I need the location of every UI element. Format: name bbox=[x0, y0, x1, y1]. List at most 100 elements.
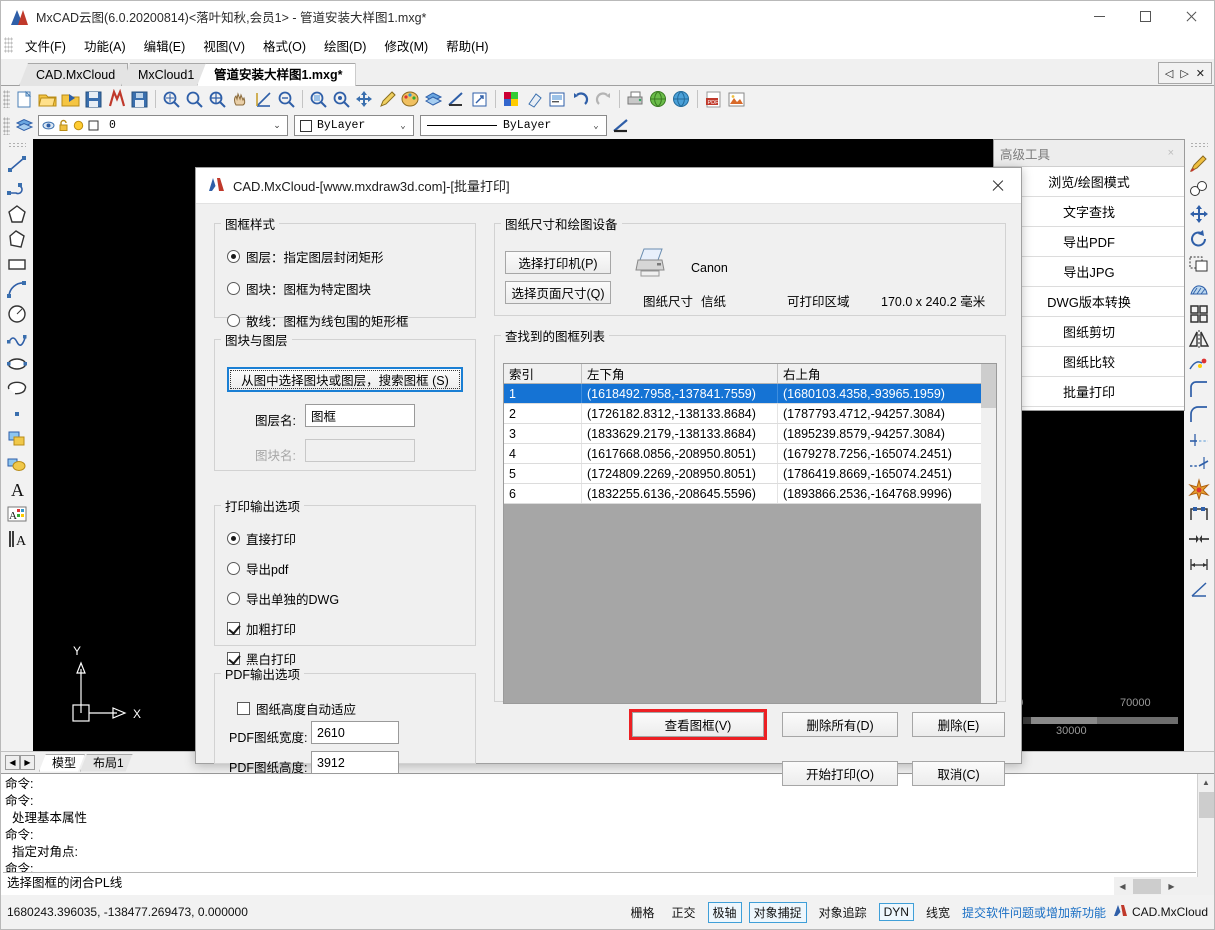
adv-btn-browse-draw-mode[interactable]: 浏览/绘图模式 bbox=[994, 167, 1184, 197]
zoom-window-icon[interactable] bbox=[161, 89, 182, 110]
status-toggle-polar[interactable]: 极轴 bbox=[707, 901, 742, 923]
column-header-index[interactable]: 索引 bbox=[504, 364, 582, 383]
adv-btn-export-jpg[interactable]: 导出JPG bbox=[994, 257, 1184, 287]
linetype-icon[interactable] bbox=[446, 89, 467, 110]
fillet-icon[interactable] bbox=[1187, 378, 1211, 401]
cancel-button[interactable]: 取消(C) bbox=[912, 761, 1005, 786]
command-prompt[interactable]: 选择图框的闭合PL线 bbox=[3, 874, 1196, 893]
table-row[interactable]: 2 (1726182.8312,-138133.8684) (1787793.4… bbox=[504, 404, 996, 424]
layers-icon[interactable] bbox=[423, 89, 444, 110]
column-header-upper-right[interactable]: 右上角 bbox=[778, 364, 983, 383]
erase-icon[interactable] bbox=[524, 89, 545, 110]
multiline-text-icon[interactable]: A bbox=[5, 503, 29, 526]
check-bold-print[interactable]: 加粗打印 bbox=[227, 619, 339, 638]
rectangle-icon[interactable] bbox=[5, 253, 29, 276]
menu-help[interactable]: 帮助(H) bbox=[437, 33, 497, 58]
menu-file[interactable]: 文件(F) bbox=[16, 33, 75, 58]
move-icon[interactable] bbox=[354, 89, 375, 110]
adv-btn-dwg-version-convert[interactable]: DWG版本转换 bbox=[994, 287, 1184, 317]
spline-icon[interactable] bbox=[5, 328, 29, 351]
zoom-previous-icon[interactable] bbox=[276, 89, 297, 110]
lineweight-icon[interactable] bbox=[611, 115, 632, 136]
close-button[interactable] bbox=[1168, 1, 1214, 32]
adv-btn-batch-print[interactable]: 批量打印 bbox=[994, 377, 1184, 407]
layout-prev-icon[interactable]: ◀ bbox=[5, 755, 20, 770]
delete-button[interactable]: 删除(E) bbox=[912, 712, 1005, 737]
save-icon[interactable] bbox=[83, 89, 104, 110]
start-print-button[interactable]: 开始打印(O) bbox=[782, 761, 898, 786]
pan-icon[interactable] bbox=[230, 89, 251, 110]
zoom-all-icon[interactable] bbox=[331, 89, 352, 110]
globe-blue-icon[interactable] bbox=[671, 89, 692, 110]
linetype-dropdown[interactable]: ByLayer ⌄ bbox=[420, 115, 607, 136]
save-as-icon[interactable] bbox=[106, 88, 127, 110]
status-toggle-osnap[interactable]: 对象捕捉 bbox=[748, 901, 807, 923]
radio-export-pdf[interactable]: 导出pdf bbox=[227, 559, 339, 578]
layer-name-input[interactable]: 图框 bbox=[305, 404, 415, 427]
table-row[interactable]: 1 (1618492.7958,-137841.7559) (1680103.4… bbox=[504, 384, 996, 404]
scale-icon[interactable] bbox=[1187, 353, 1211, 376]
table-row[interactable]: 6 (1832255.6136,-208645.5596) (1893866.2… bbox=[504, 484, 996, 504]
hatch-icon[interactable] bbox=[1187, 278, 1211, 301]
table-row[interactable]: 5 (1724809.2269,-208950.8051) (1786419.8… bbox=[504, 464, 996, 484]
status-toggle-otrack[interactable]: 对象追踪 bbox=[814, 902, 872, 923]
ellipse-icon[interactable] bbox=[5, 353, 29, 376]
frame-list-scrollbar[interactable] bbox=[981, 364, 996, 703]
dimension-angular-icon[interactable] bbox=[1187, 578, 1211, 601]
layout-tab-layout1[interactable]: 布局1 bbox=[80, 754, 133, 772]
view-frame-button[interactable]: 查看图框(V) bbox=[632, 712, 764, 737]
advanced-tools-close-icon[interactable]: × bbox=[1164, 147, 1178, 159]
radio-direct-print[interactable]: 直接打印 bbox=[227, 529, 339, 548]
pdf-height-input[interactable]: 3912 bbox=[311, 751, 399, 774]
copy-icon[interactable] bbox=[1187, 178, 1211, 201]
polyline-icon[interactable] bbox=[5, 178, 29, 201]
save-cloud-icon[interactable] bbox=[129, 89, 150, 110]
explode-icon[interactable] bbox=[1187, 478, 1211, 501]
scroll-right-icon[interactable]: ▶ bbox=[1163, 878, 1180, 895]
menu-view[interactable]: 视图(V) bbox=[194, 33, 254, 58]
select-printer-button[interactable]: 选择打印机(P) bbox=[505, 251, 611, 274]
frame-list-table[interactable]: 索引 左下角 右上角 1 (1618492.7958,-137841.7559)… bbox=[503, 363, 997, 704]
radio-frame-by-block[interactable]: 图块：图框为特定图块 bbox=[227, 279, 409, 298]
globe-green-icon[interactable] bbox=[648, 89, 669, 110]
radio-export-separate-dwg[interactable]: 导出单独的DWG bbox=[227, 589, 339, 608]
command-horizontal-scrollbar[interactable]: ◀ ▶ bbox=[1114, 877, 1214, 895]
layer-on-icon[interactable] bbox=[42, 119, 55, 132]
menu-draw[interactable]: 绘图(D) bbox=[315, 33, 375, 58]
menu-edit[interactable]: 编辑(E) bbox=[135, 33, 195, 58]
column-header-lower-left[interactable]: 左下角 bbox=[582, 364, 778, 383]
mirror-icon[interactable] bbox=[1187, 328, 1211, 351]
measure-angle-icon[interactable] bbox=[253, 89, 274, 110]
match-properties-icon[interactable] bbox=[501, 89, 522, 110]
color-chevron-down-icon[interactable]: ⌄ bbox=[395, 121, 411, 131]
table-row[interactable]: 3 (1833629.2179,-138133.8684) (1895239.8… bbox=[504, 424, 996, 444]
layout-next-icon[interactable]: ▶ bbox=[20, 755, 35, 770]
minimize-button[interactable] bbox=[1076, 1, 1122, 32]
array-icon[interactable] bbox=[1187, 303, 1211, 326]
layer-dropdown[interactable]: 0 ⌄ bbox=[38, 115, 288, 136]
tab-mxcloud1[interactable]: MxCloud1 bbox=[121, 63, 208, 86]
radio-frame-by-lines[interactable]: 散线：图框为线包围的矩形框 bbox=[227, 311, 409, 330]
create-block-icon[interactable] bbox=[5, 453, 29, 476]
tab-prev-icon[interactable]: ◁ bbox=[1163, 67, 1175, 80]
pdf-width-input[interactable]: 2610 bbox=[311, 721, 399, 744]
palette-icon[interactable] bbox=[400, 89, 421, 110]
layout-tab-model[interactable]: 模型 bbox=[39, 754, 85, 772]
radio-frame-by-layer[interactable]: 图层：指定图层封闭矩形 bbox=[227, 247, 409, 266]
trim-icon[interactable] bbox=[1187, 428, 1211, 451]
zoom-realtime-icon[interactable] bbox=[308, 89, 329, 110]
move-object-icon[interactable] bbox=[1187, 203, 1211, 226]
feedback-link[interactable]: 提交软件问题或增加新功能 bbox=[962, 904, 1106, 921]
plot-icon[interactable] bbox=[625, 89, 646, 110]
export-pdf-icon[interactable]: PDF bbox=[703, 89, 724, 110]
delete-all-button[interactable]: 删除所有(D) bbox=[782, 712, 898, 737]
layer-chevron-down-icon[interactable]: ⌄ bbox=[269, 120, 285, 131]
rotate-icon[interactable] bbox=[1187, 228, 1211, 251]
layer-manager-icon[interactable] bbox=[14, 115, 35, 136]
properties-icon[interactable] bbox=[469, 89, 490, 110]
menu-format[interactable]: 格式(O) bbox=[254, 33, 315, 58]
polygon-icon[interactable] bbox=[5, 203, 29, 226]
adv-btn-text-search[interactable]: 文字查找 bbox=[994, 197, 1184, 227]
status-toggle-ortho[interactable]: 正交 bbox=[667, 902, 701, 923]
layer-color-swatch[interactable] bbox=[87, 119, 100, 132]
